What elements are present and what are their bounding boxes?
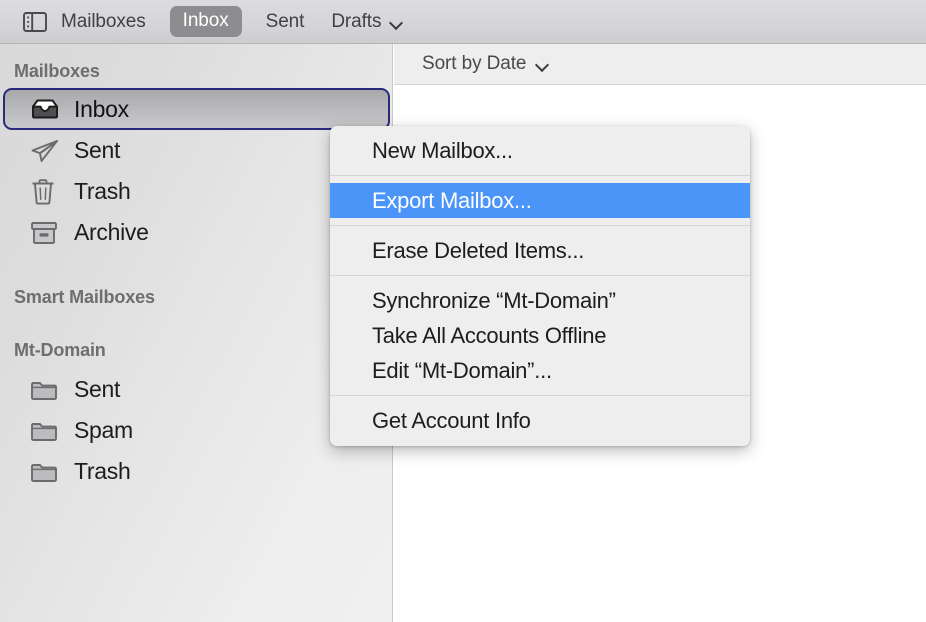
- chevron-down-icon: [536, 60, 549, 68]
- archive-box-icon: [30, 220, 64, 246]
- inbox-tray-icon: [30, 97, 64, 121]
- sort-by-date-label: Sort by Date: [422, 53, 527, 74]
- trash-can-icon: [30, 178, 64, 206]
- sidebar-item-archive-label: Archive: [74, 219, 149, 245]
- folder-icon: [30, 460, 64, 484]
- paper-plane-icon: [30, 138, 64, 164]
- sidebar-item-mt-trash-label: Trash: [74, 458, 131, 484]
- toolbar-tab-drafts[interactable]: Drafts: [331, 11, 403, 33]
- menu-item-erase-deleted-items[interactable]: Erase Deleted Items...: [330, 233, 750, 268]
- toolbar-tab-sent[interactable]: Sent: [266, 11, 305, 33]
- menu-separator: [330, 175, 750, 176]
- menu-item-export-mailbox[interactable]: Export Mailbox...: [330, 183, 750, 218]
- menu-separator: [330, 275, 750, 276]
- menu-separator: [330, 395, 750, 396]
- sidebar-item-inbox[interactable]: Inbox: [3, 88, 390, 130]
- menu-item-get-account-info[interactable]: Get Account Info: [330, 403, 750, 438]
- menu-item-synchronize-account[interactable]: Synchronize “Mt-Domain”: [330, 283, 750, 318]
- sidebar-item-mt-spam-label: Spam: [74, 417, 133, 443]
- chevron-down-icon: [390, 18, 403, 26]
- menu-separator: [330, 225, 750, 226]
- sidebar-item-mt-sent-label: Sent: [74, 376, 121, 402]
- menu-item-take-all-accounts-offline[interactable]: Take All Accounts Offline: [330, 318, 750, 353]
- sort-bar[interactable]: Sort by Date: [394, 44, 926, 85]
- sidebar-section-mailboxes-header: Mailboxes: [14, 61, 100, 81]
- sidebar-item-sent-label: Sent: [74, 137, 121, 163]
- sidebar-item-mt-trash[interactable]: Trash: [0, 451, 392, 492]
- toolbar-mailboxes-button[interactable]: Mailboxes: [61, 11, 146, 33]
- toolbar-tab-drafts-label: Drafts: [331, 10, 382, 32]
- sidebar-item-inbox-label: Inbox: [74, 95, 129, 122]
- sidebar-item-trash-label: Trash: [74, 178, 131, 204]
- menu-item-edit-account[interactable]: Edit “Mt-Domain”...: [330, 353, 750, 388]
- folder-icon: [30, 419, 64, 443]
- toolbar-tab-inbox[interactable]: Inbox: [169, 6, 242, 37]
- sidebar-panel-icon[interactable]: [22, 11, 48, 33]
- folder-icon: [30, 378, 64, 402]
- menu-item-new-mailbox[interactable]: New Mailbox...: [330, 133, 750, 168]
- context-menu: New Mailbox... Export Mailbox... Erase D…: [330, 126, 750, 446]
- toolbar: Mailboxes Inbox Sent Drafts: [0, 0, 926, 44]
